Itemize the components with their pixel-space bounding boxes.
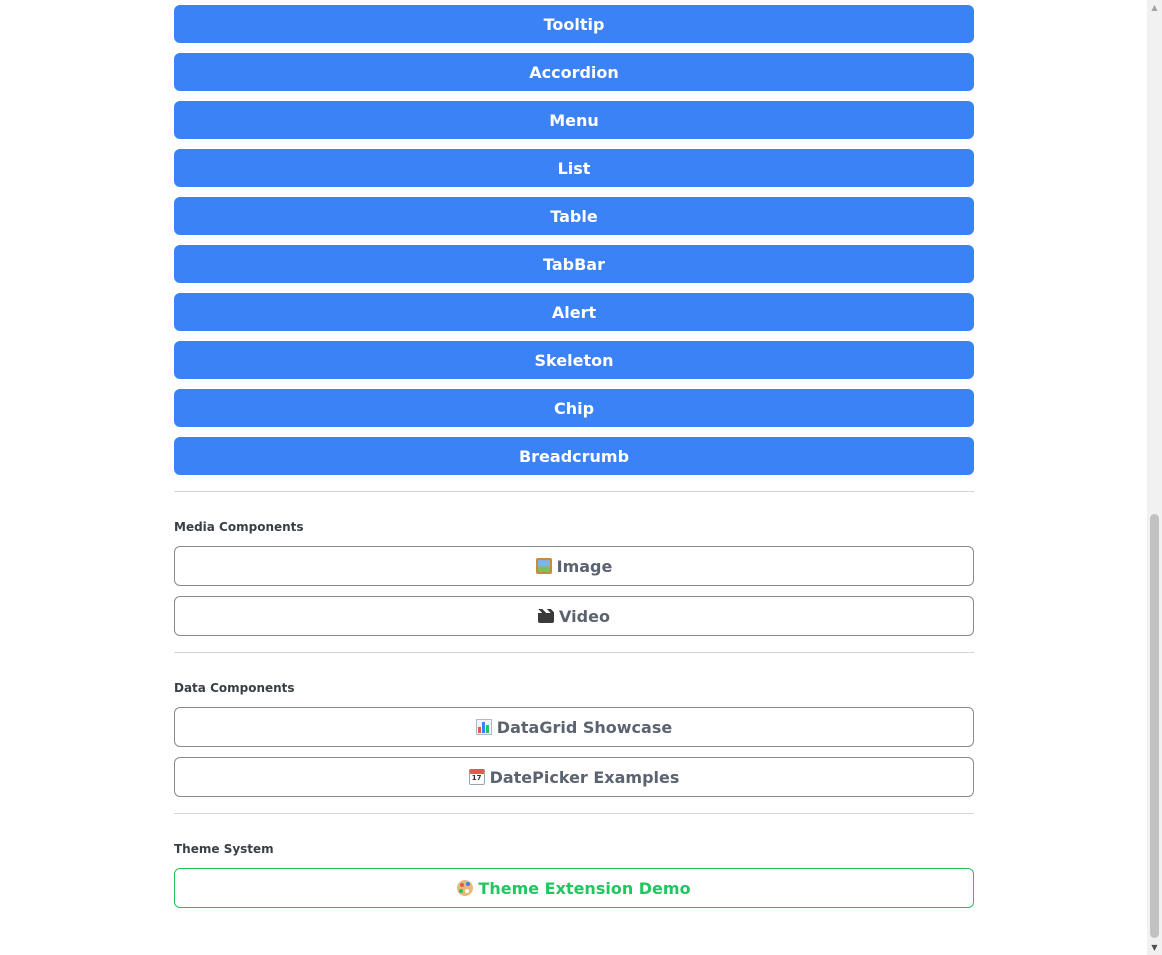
tooltip-button[interactable]: Tooltip bbox=[174, 5, 974, 43]
skeleton-button[interactable]: Skeleton bbox=[174, 341, 974, 379]
datepicker-examples-button[interactable]: 17 DatePicker Examples bbox=[174, 757, 974, 797]
video-button[interactable]: Video bbox=[174, 596, 974, 636]
clapper-board-icon bbox=[538, 609, 555, 623]
accordion-button[interactable]: Accordion bbox=[174, 53, 974, 91]
section-divider bbox=[174, 813, 974, 814]
table-button[interactable]: Table bbox=[174, 197, 974, 235]
image-button[interactable]: Image bbox=[174, 546, 974, 586]
palette-icon bbox=[457, 880, 474, 896]
list-button[interactable]: List bbox=[174, 149, 974, 187]
tabbar-button[interactable]: TabBar bbox=[174, 245, 974, 283]
scroll-down-arrow-icon[interactable]: ▼ bbox=[1147, 940, 1162, 955]
calendar-icon: 17 bbox=[468, 769, 485, 785]
section-divider bbox=[174, 652, 974, 653]
alert-button[interactable]: Alert bbox=[174, 293, 974, 331]
scrollbar-thumb[interactable] bbox=[1150, 514, 1159, 938]
section-divider bbox=[174, 491, 974, 492]
bar-chart-icon bbox=[475, 719, 492, 735]
theme-system-heading: Theme System bbox=[174, 842, 274, 856]
datepicker-examples-label: DatePicker Examples bbox=[489, 767, 680, 787]
media-components-heading: Media Components bbox=[174, 520, 304, 534]
datagrid-showcase-label: DataGrid Showcase bbox=[496, 717, 673, 737]
image-button-label: Image bbox=[556, 556, 613, 576]
menu-button[interactable]: Menu bbox=[174, 101, 974, 139]
theme-extension-demo-button[interactable]: Theme Extension Demo bbox=[174, 868, 974, 908]
page: Tooltip Accordion Menu List Table TabBar… bbox=[0, 0, 1162, 955]
datagrid-showcase-button[interactable]: DataGrid Showcase bbox=[174, 707, 974, 747]
theme-extension-demo-label: Theme Extension Demo bbox=[478, 878, 691, 898]
breadcrumb-button[interactable]: Breadcrumb bbox=[174, 437, 974, 475]
scroll-up-arrow-icon[interactable]: ▲ bbox=[1147, 0, 1162, 15]
video-button-label: Video bbox=[559, 606, 610, 626]
vertical-scrollbar[interactable]: ▲ ▼ bbox=[1147, 0, 1162, 955]
data-components-heading: Data Components bbox=[174, 681, 295, 695]
chip-button[interactable]: Chip bbox=[174, 389, 974, 427]
framed-picture-icon bbox=[535, 558, 552, 574]
components-list: Tooltip Accordion Menu List Table TabBar… bbox=[174, 5, 974, 918]
